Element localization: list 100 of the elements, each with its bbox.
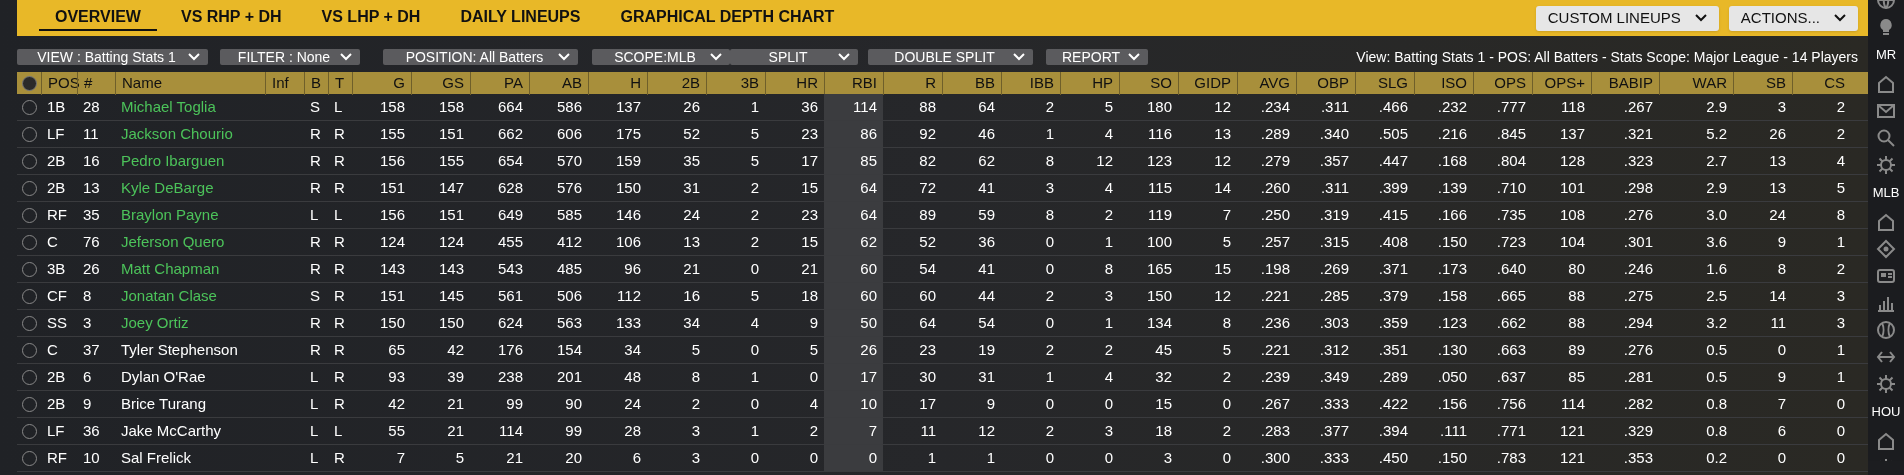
tab[interactable]: VS LHP + DH bbox=[305, 5, 437, 31]
tab[interactable]: OVERVIEW bbox=[39, 5, 157, 31]
home-icon[interactable] bbox=[1876, 430, 1896, 451]
table-cell-text: 35 bbox=[82, 204, 101, 225]
table-row[interactable]: SS 3 Joey Ortiz R R 150 150 624 563 133 34 4 9 50 64 54 0 1 134 8 .236 .303 .359 .123 .662 88 .294 3.2 11 3 bbox=[17, 310, 1868, 337]
table-row[interactable]: RF 35 Braylon Payne L L 156 151 649 585 146 24 2 23 64 89 59 8 2 119 7 .250 .319 .415 .166 .735 108 .276 3.0 24 8 bbox=[17, 202, 1868, 229]
column-header[interactable]: OBP bbox=[1296, 72, 1355, 95]
filter-dropdown[interactable]: VIEW : Batting Stats 1 bbox=[17, 49, 208, 65]
table-cell-text: 3.0 bbox=[1705, 204, 1728, 225]
column-header[interactable]: HR bbox=[765, 72, 824, 95]
table-row[interactable]: 1B 28 Michael Toglia S L 158 158 664 586 137 26 1 36 114 88 64 2 5 180 12 .234 .311 .466 .232 .777 118 .267 2.9 3 2 bbox=[17, 94, 1868, 121]
search-icon[interactable] bbox=[1876, 127, 1896, 148]
table-cell-text: .311 bbox=[1319, 96, 1350, 117]
column-header[interactable]: 3B bbox=[706, 72, 765, 95]
column-header[interactable]: ISO bbox=[1414, 72, 1473, 95]
column-header[interactable]: POS bbox=[41, 72, 77, 95]
column-header[interactable]: IBB bbox=[1001, 72, 1060, 95]
table-cell-text: .166 bbox=[1436, 204, 1468, 225]
column-header[interactable]: AB bbox=[529, 72, 588, 95]
table-row[interactable]: 3B 26 Matt Chapman R R 143 143 543 485 96 21 0 21 60 54 41 0 8 165 15 .198 .269 .371 .173 .640 80 .246 1.6 8 2 bbox=[17, 256, 1868, 283]
table-cell-text: 37 bbox=[82, 339, 101, 360]
player-name[interactable]: Brice Turang bbox=[115, 391, 265, 417]
dropdown-button[interactable]: CUSTOM LINEUPS bbox=[1535, 5, 1719, 31]
player-name[interactable]: Jackson Chourio bbox=[115, 121, 265, 147]
table-cell-text: .665 bbox=[1495, 285, 1527, 306]
settings-icon[interactable] bbox=[1876, 373, 1896, 394]
tab[interactable]: GRAPHICAL DEPTH CHART bbox=[604, 5, 851, 31]
table-cell-text: 158 bbox=[378, 96, 406, 117]
player-name[interactable]: Jonatan Clase bbox=[115, 283, 265, 309]
player-name[interactable]: Jake McCarthy bbox=[115, 418, 265, 444]
player-name[interactable]: Tyler Stephenson bbox=[115, 337, 265, 363]
column-header[interactable]: GIDP bbox=[1178, 72, 1237, 95]
table-cell-text: .319 bbox=[1318, 204, 1350, 225]
column-header[interactable]: PA bbox=[470, 72, 529, 95]
column-header[interactable]: GS bbox=[411, 72, 470, 95]
column-header[interactable]: 2B bbox=[647, 72, 706, 95]
column-header[interactable]: SLG bbox=[1355, 72, 1414, 95]
column-header[interactable]: OPS bbox=[1473, 72, 1532, 95]
table-row[interactable]: LF 36 Jake McCarthy L L 55 21 114 99 28 3 1 2 7 11 12 2 3 18 2 .283 .377 .394 .111 .771 121 .329 0.8 6 0 bbox=[17, 418, 1868, 445]
tab[interactable]: DAILY LINEUPS bbox=[444, 5, 597, 31]
column-header[interactable]: CS bbox=[1792, 72, 1851, 95]
table-cell-text: 2 bbox=[1835, 123, 1846, 144]
player-name[interactable]: Dylan O'Rae bbox=[115, 364, 265, 390]
column-header[interactable]: R bbox=[883, 72, 942, 95]
player-name[interactable]: Pedro Ibarguen bbox=[115, 148, 265, 174]
player-name[interactable]: Joey Ortiz bbox=[115, 310, 265, 336]
table-cell-text: .130 bbox=[1436, 339, 1468, 360]
column-header[interactable]: BABIP bbox=[1591, 72, 1659, 95]
table-row[interactable]: 2B 9 Brice Turang L R 42 21 99 90 24 2 0 4 10 17 9 0 0 15 0 .267 .333 .422 .156 .756 114 .282 0.8 7 0 bbox=[17, 391, 1868, 418]
player-name[interactable]: Matt Chapman bbox=[115, 256, 265, 282]
table-row[interactable]: C 76 Jeferson Quero R R 124 124 455 412 106 13 2 15 62 52 36 0 1 100 5 .257 .315 .408 .150 .723 104 .301 3.6 9 1 bbox=[17, 229, 1868, 256]
player-name[interactable]: Braylon Payne bbox=[115, 202, 265, 228]
filter-dropdown[interactable]: SCOPE:MLB bbox=[592, 49, 730, 65]
table-row[interactable]: C 37 Tyler Stephenson R R 65 42 176 154 34 5 0 5 26 23 19 2 2 45 5 .221 .312 .351 .130 .663 89 .276 0.5 0 1 bbox=[17, 337, 1868, 364]
filter-dropdown[interactable]: FILTER : None bbox=[220, 49, 360, 65]
table-row[interactable]: LF 11 Jackson Chourio R R 155 151 662 606 175 52 5 23 86 92 46 1 4 116 13 .289 .340 .505 .216 .845 137 .321 5.2 26 2 bbox=[17, 121, 1868, 148]
table-row[interactable]: 2B 16 Pedro Ibarguen R R 156 155 654 570 159 35 5 17 85 82 62 8 12 123 12 .279 .357 .447 .168 .804 128 .323 2.7 13 4 bbox=[17, 148, 1868, 175]
player-name[interactable]: Michael Toglia bbox=[115, 94, 265, 120]
table-cell-text: 0 bbox=[749, 447, 760, 468]
filter-dropdown[interactable]: DOUBLE SPLIT bbox=[868, 49, 1033, 65]
column-header[interactable]: # bbox=[77, 72, 115, 95]
table-cell-text: .662 bbox=[1495, 312, 1527, 333]
column-header[interactable]: AVG bbox=[1237, 72, 1296, 95]
column-header[interactable]: SO bbox=[1119, 72, 1178, 95]
table-row[interactable]: RF 10 Sal Frelick L R 7 5 21 20 6 3 0 0 0 1 1 0 0 3 0 .300 .333 .450 .150 .783 121 .353 0.2 0 0 bbox=[17, 445, 1868, 472]
home-icon[interactable] bbox=[1876, 73, 1896, 94]
settings-icon[interactable] bbox=[1876, 154, 1896, 175]
table-cell-text: 28 bbox=[623, 420, 642, 441]
column-header[interactable]: Inf bbox=[265, 72, 304, 95]
player-name[interactable]: Sal Frelick bbox=[115, 445, 265, 471]
table-cell-text: .450 bbox=[1377, 447, 1409, 468]
chevron-down-icon bbox=[1128, 53, 1140, 61]
baseball-icon[interactable] bbox=[1876, 319, 1896, 340]
column-header[interactable]: HP bbox=[1060, 72, 1119, 95]
table-cell-text: 2B bbox=[46, 150, 67, 171]
table-row[interactable]: CF 8 Jonatan Clase S R 151 145 561 506 112 16 5 18 60 60 44 2 3 150 12 .221 .285 .379 .158 .665 88 .275 2.5 14 3 bbox=[17, 283, 1868, 310]
table-cell-text: 155 bbox=[437, 150, 465, 171]
column-header[interactable]: WAR bbox=[1659, 72, 1733, 95]
player-name[interactable]: Kyle DeBarge bbox=[115, 175, 265, 201]
column-header[interactable]: SB bbox=[1733, 72, 1792, 95]
filter-dropdown[interactable]: POSITION: All Batters bbox=[383, 49, 578, 65]
column-header[interactable]: H bbox=[588, 72, 647, 95]
player-name[interactable]: Jeferson Quero bbox=[115, 229, 265, 255]
column-header[interactable]: T bbox=[328, 72, 352, 95]
diamond-icon[interactable] bbox=[1876, 238, 1896, 259]
column-header[interactable]: BB bbox=[942, 72, 1001, 95]
filter-dropdown[interactable]: SPLIT bbox=[730, 49, 858, 65]
tab[interactable]: VS RHP + DH bbox=[164, 5, 298, 31]
home-icon[interactable] bbox=[1876, 211, 1896, 232]
column-header[interactable]: G bbox=[352, 72, 411, 95]
dropdown-button[interactable]: ACTIONS... bbox=[1728, 5, 1858, 31]
table-row[interactable]: 2B 6 Dylan O'Rae L R 93 39 238 201 48 8 1 0 17 30 31 1 4 32 2 .239 .349 .289 .050 .637 85 .281 0.5 9 1 bbox=[17, 364, 1868, 391]
filter-dropdown[interactable]: REPORT bbox=[1046, 49, 1148, 65]
column-header[interactable]: B bbox=[304, 72, 328, 95]
table-cell-text: 0 bbox=[1835, 420, 1846, 441]
radio-button[interactable] bbox=[21, 75, 37, 91]
column-header[interactable]: Name bbox=[115, 72, 265, 95]
table-cell-text: .294 bbox=[1622, 312, 1654, 333]
table-row[interactable]: 2B 13 Kyle DeBarge R R 151 147 628 576 150 31 2 15 64 72 41 3 4 115 14 .260 .311 .399 .139 .710 101 .298 2.9 13 5 bbox=[17, 175, 1868, 202]
column-header[interactable]: OPS+ bbox=[1532, 72, 1591, 95]
